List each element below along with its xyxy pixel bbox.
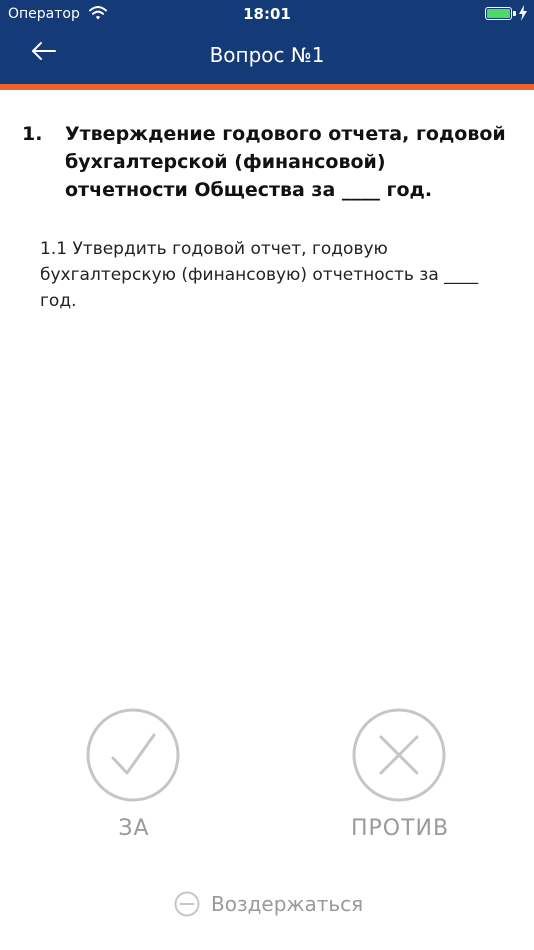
- vote-against-label: ПРОТИВ: [350, 816, 450, 841]
- battery-icon: [485, 7, 512, 20]
- battery-level: [487, 9, 510, 18]
- minus-circle-icon: [174, 891, 200, 917]
- battery-cap: [513, 11, 516, 16]
- charging-bolt-icon: [519, 5, 527, 21]
- status-bar: Оператор 18:01: [0, 0, 534, 28]
- checkmark-icon: [86, 708, 180, 802]
- status-time: 18:01: [243, 5, 291, 23]
- screen: Оператор 18:01 Вопрос №1 1. Утверждение …: [0, 0, 534, 950]
- vote-for-button[interactable]: ЗА: [54, 708, 214, 858]
- page-title: Вопрос №1: [209, 43, 325, 67]
- question-number: 1.: [22, 123, 43, 145]
- cross-icon: [352, 708, 446, 802]
- top-bar: Оператор 18:01 Вопрос №1: [0, 0, 534, 84]
- header-accent-divider: [0, 84, 534, 90]
- subquestion-text: 1.1 Утвердить годовой отчет, годовую бух…: [40, 239, 479, 311]
- abstain-button[interactable]: Воздержаться: [174, 888, 374, 920]
- abstain-label: Воздержаться: [211, 892, 364, 916]
- question-title: Утверждение годового отчета, годовой бух…: [65, 123, 506, 201]
- vote-for-label: ЗА: [118, 816, 150, 841]
- vote-against-button[interactable]: ПРОТИВ: [320, 708, 480, 858]
